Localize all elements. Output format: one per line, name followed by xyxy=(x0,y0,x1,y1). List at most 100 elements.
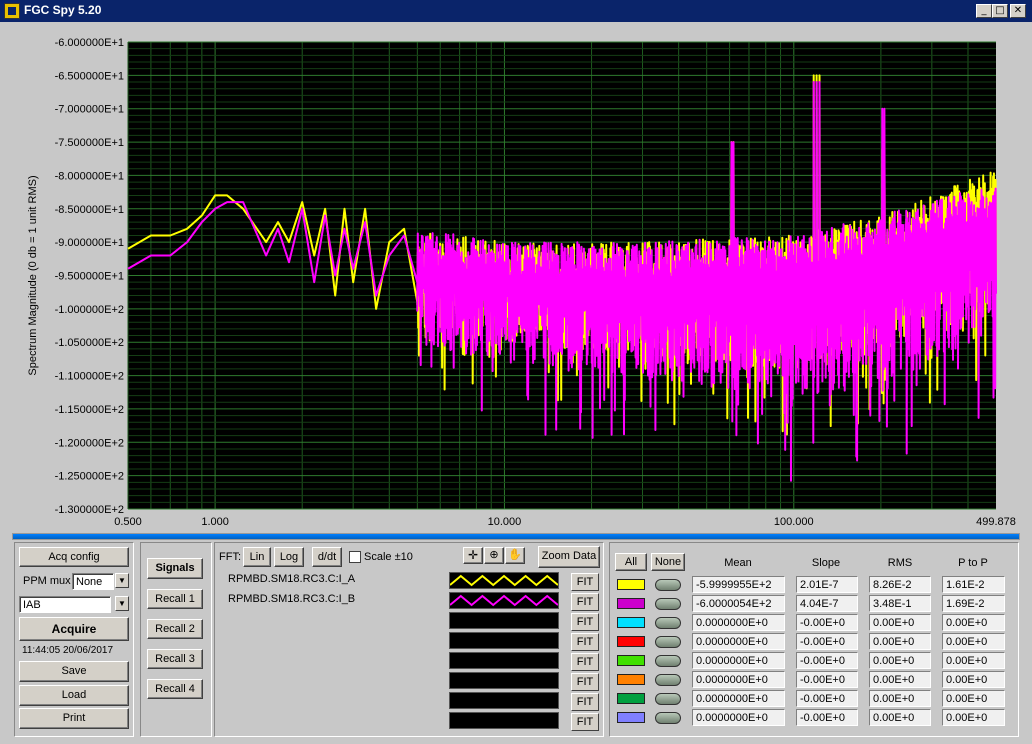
stats-slope-value: -0.00E+0 xyxy=(796,671,858,688)
y-tick-label: -7.000000E+1 xyxy=(55,104,124,116)
signal-preview-7[interactable] xyxy=(449,692,559,709)
signals-button[interactable]: Signals xyxy=(147,558,203,579)
stats-enable-toggle-8[interactable] xyxy=(655,712,681,724)
acquisition-progress-bar xyxy=(12,533,1020,540)
slope-header: Slope xyxy=(811,557,841,569)
y-axis-label: Spectrum Magnitude (0 db = 1 unit RMS) xyxy=(27,175,39,375)
y-tick-label: -8.500000E+1 xyxy=(55,204,124,216)
close-icon[interactable]: ✕ xyxy=(1010,4,1026,18)
ppm-mux-dropdown-icon[interactable]: ▼ xyxy=(115,573,129,588)
print-button[interactable]: Print xyxy=(19,708,129,729)
save-button[interactable]: Save xyxy=(19,661,129,682)
crosshair-icon[interactable]: ✛ xyxy=(463,547,483,564)
maximize-icon[interactable]: □ xyxy=(992,4,1008,18)
signal-preview-5[interactable] xyxy=(449,652,559,669)
y-tick-label: -7.500000E+1 xyxy=(55,137,124,149)
stats-color-swatch-3[interactable] xyxy=(617,617,645,628)
x-tick-label: 0.500 xyxy=(114,516,142,528)
stats-ptp-value: 0.00E+0 xyxy=(942,671,1005,688)
zoom-data-button[interactable]: Zoom Data xyxy=(538,546,600,568)
ppm-mux-select[interactable]: None xyxy=(72,573,114,590)
stats-mean-value: 0.0000000E+0 xyxy=(692,614,785,631)
ddt-button[interactable]: d/dt xyxy=(312,547,342,567)
fit-button-5[interactable]: FIT xyxy=(571,653,599,671)
y-tick-label: -6.000000E+1 xyxy=(55,37,124,49)
fit-button-4[interactable]: FIT xyxy=(571,633,599,651)
x-tick-label: 10.000 xyxy=(488,516,522,528)
rms-header: RMS xyxy=(887,557,913,569)
signal-name-1: RPMBD.SM18.RC3.C:I_A xyxy=(228,573,356,585)
y-tick-label: -6.500000E+1 xyxy=(55,70,124,82)
stats-rms-value: 0.00E+0 xyxy=(869,709,931,726)
stats-ptp-value: 0.00E+0 xyxy=(942,709,1005,726)
stats-rms-value: 0.00E+0 xyxy=(869,671,931,688)
pan-hand-icon[interactable]: ✋ xyxy=(505,547,525,564)
scale-x10-checkbox[interactable] xyxy=(349,551,361,563)
y-tick-label: -1.250000E+2 xyxy=(55,471,124,483)
spectrum-chart[interactable]: -6.000000E+1 -6.500000E+1 -7.000000E+1 -7.5… xyxy=(8,28,1024,532)
signal-preview-1[interactable] xyxy=(449,572,559,589)
stats-enable-toggle-1[interactable] xyxy=(655,579,681,591)
fit-button-6[interactable]: FIT xyxy=(571,673,599,691)
signal-preview-3[interactable] xyxy=(449,612,559,629)
stats-enable-toggle-3[interactable] xyxy=(655,617,681,629)
stats-slope-value: -0.00E+0 xyxy=(796,709,858,726)
y-tick-label: -1.000000E+2 xyxy=(55,304,124,316)
stats-rms-value: 0.00E+0 xyxy=(869,690,931,707)
select-all-button[interactable]: All xyxy=(615,553,647,571)
fit-button-8[interactable]: FIT xyxy=(571,713,599,731)
stats-color-swatch-1[interactable] xyxy=(617,579,645,590)
stats-rms-value: 3.48E-1 xyxy=(869,595,931,612)
recall-1-button[interactable]: Recall 1 xyxy=(147,589,203,609)
y-tick-label: -1.050000E+2 xyxy=(55,337,124,349)
stats-slope-value: -0.00E+0 xyxy=(796,614,858,631)
zoom-icon[interactable]: ⊕ xyxy=(484,547,504,564)
acquire-button[interactable]: Acquire xyxy=(19,617,129,641)
stats-rms-value: 8.26E-2 xyxy=(869,576,931,593)
stats-enable-toggle-5[interactable] xyxy=(655,655,681,667)
recall-3-button[interactable]: Recall 3 xyxy=(147,649,203,669)
stats-color-swatch-2[interactable] xyxy=(617,598,645,609)
signal-preview-6[interactable] xyxy=(449,672,559,689)
stats-ptp-value: 0.00E+0 xyxy=(942,690,1005,707)
acq-config-button[interactable]: Acq config xyxy=(19,547,129,567)
fit-button-7[interactable]: FIT xyxy=(571,693,599,711)
fit-button-2[interactable]: FIT xyxy=(571,593,599,611)
recall-2-button[interactable]: Recall 2 xyxy=(147,619,203,639)
ptp-header: P to P xyxy=(958,557,988,569)
y-tick-label: -1.200000E+2 xyxy=(55,437,124,449)
signal-select[interactable]: IAB xyxy=(19,596,111,613)
minimize-icon[interactable]: _ xyxy=(976,4,992,18)
stats-color-swatch-4[interactable] xyxy=(617,636,645,647)
fft-log-button[interactable]: Log xyxy=(274,547,304,567)
signal-preview-2[interactable] xyxy=(449,592,559,609)
stats-rms-value: 0.00E+0 xyxy=(869,633,931,650)
signal-preview-4[interactable] xyxy=(449,632,559,649)
x-tick-label: 1.000 xyxy=(201,516,229,528)
x-tick-label: 100.000 xyxy=(774,516,814,528)
fit-button-1[interactable]: FIT xyxy=(571,573,599,591)
select-none-button[interactable]: None xyxy=(651,553,685,571)
recall-4-button[interactable]: Recall 4 xyxy=(147,679,203,699)
stats-enable-toggle-7[interactable] xyxy=(655,693,681,705)
load-button[interactable]: Load xyxy=(19,685,129,706)
stats-rms-value: 0.00E+0 xyxy=(869,652,931,669)
fit-button-3[interactable]: FIT xyxy=(571,613,599,631)
stats-mean-value: -5.9999955E+2 xyxy=(692,576,785,593)
stats-color-swatch-6[interactable] xyxy=(617,674,645,685)
stats-enable-toggle-2[interactable] xyxy=(655,598,681,610)
stats-slope-value: 4.04E-7 xyxy=(796,595,858,612)
fft-label: FFT: xyxy=(219,551,241,563)
stats-color-swatch-8[interactable] xyxy=(617,712,645,723)
signal-select-dropdown-icon[interactable]: ▼ xyxy=(115,596,129,611)
stats-mean-value: 0.0000000E+0 xyxy=(692,671,785,688)
stats-mean-value: 0.0000000E+0 xyxy=(692,633,785,650)
stats-enable-toggle-6[interactable] xyxy=(655,674,681,686)
signal-preview-8[interactable] xyxy=(449,712,559,729)
stats-color-swatch-7[interactable] xyxy=(617,693,645,704)
fft-lin-button[interactable]: Lin xyxy=(243,547,271,567)
stats-ptp-value: 0.00E+0 xyxy=(942,652,1005,669)
stats-color-swatch-5[interactable] xyxy=(617,655,645,666)
stats-enable-toggle-4[interactable] xyxy=(655,636,681,648)
stats-slope-value: 2.01E-7 xyxy=(796,576,858,593)
